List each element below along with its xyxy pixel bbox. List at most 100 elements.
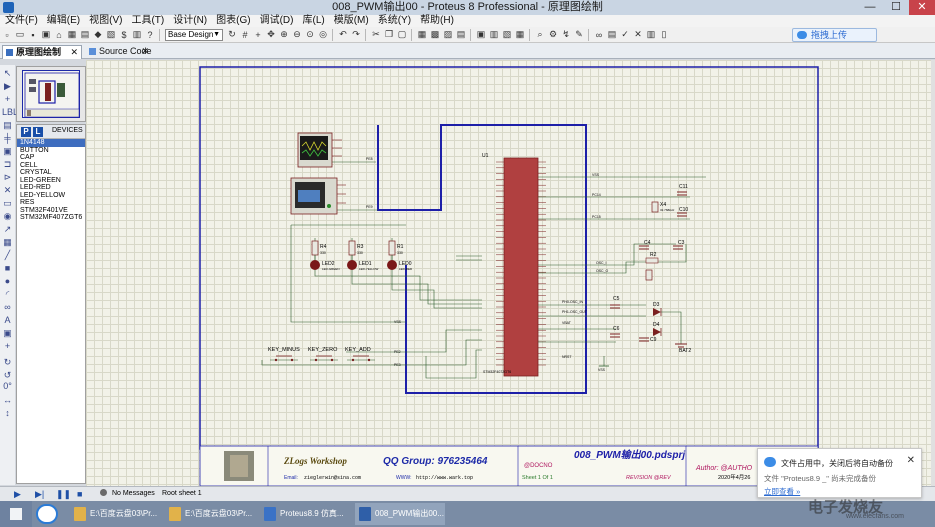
text-script-icon[interactable]: ▤: [2, 120, 13, 130]
subcircuit-icon[interactable]: ▣: [2, 146, 13, 156]
help-icon[interactable]: ?: [144, 29, 156, 41]
wire-label-icon[interactable]: LBL: [2, 107, 18, 117]
rotate-anticlockwise-icon[interactable]: ↺: [2, 370, 13, 380]
decompose-icon[interactable]: ▦: [514, 29, 526, 41]
device-list-item[interactable]: STM32MF407ZGT6: [17, 214, 85, 222]
device-list-item[interactable]: CRYSTAL: [17, 169, 85, 177]
buses-icon[interactable]: ╪: [2, 133, 13, 143]
path-icon[interactable]: ∞: [2, 302, 13, 312]
save-icon[interactable]: ▪: [27, 29, 39, 41]
wire-autoroute-icon[interactable]: ↯: [560, 29, 572, 41]
rotation-angle[interactable]: 0°: [2, 381, 13, 391]
taskbar-app-explorer-1[interactable]: E:\百度云盘03\Pr...: [70, 503, 160, 525]
schematic-canvas[interactable]: U1 STM32F407ZGT6 R4 330 LED2 LED-GREEN R3 330…: [86, 60, 931, 486]
copy-icon[interactable]: ❐: [383, 29, 395, 41]
box-icon[interactable]: ■: [2, 263, 13, 273]
device-list-item[interactable]: LED-RED: [17, 184, 85, 192]
menu-design[interactable]: 设计(N): [168, 15, 211, 27]
close-icon[interactable]: ✕: [141, 45, 149, 58]
device-list-item[interactable]: STM32F401VE: [17, 207, 85, 215]
search-part-icon[interactable]: ⌕: [534, 29, 546, 41]
voltage-probe-icon[interactable]: ↗: [2, 224, 13, 234]
block-rotate-icon[interactable]: ▨: [442, 29, 454, 41]
packaging-icon[interactable]: ▧: [501, 29, 513, 41]
rotate-clockwise-icon[interactable]: ↻: [2, 357, 13, 367]
virtual-instruments-icon[interactable]: ▦: [2, 237, 13, 247]
paste-icon[interactable]: ▢: [396, 29, 408, 41]
overview-window[interactable]: [16, 66, 86, 122]
menu-help[interactable]: 帮助(H): [415, 15, 458, 27]
device-list-item[interactable]: LED-GREEN: [17, 177, 85, 185]
mirror-horizontal-icon[interactable]: ↔: [2, 395, 13, 405]
generator-icon[interactable]: ◉: [2, 211, 13, 221]
message-indicator[interactable]: No Messages: [100, 487, 155, 501]
tab-source-code[interactable]: Source Code ✕: [86, 45, 152, 59]
terminals-icon[interactable]: ⊐: [2, 159, 13, 169]
step-icon[interactable]: ▶|: [35, 490, 44, 499]
taskbar-app-document[interactable]: Proteus8.9 仿真...: [260, 503, 350, 525]
property-icon[interactable]: ⚙: [547, 29, 559, 41]
line-icon[interactable]: ╱: [2, 250, 13, 260]
menu-template[interactable]: 模版(M): [329, 15, 373, 27]
close-project-icon[interactable]: ▣: [40, 29, 52, 41]
gerber-icon[interactable]: ▧: [105, 29, 117, 41]
taskbar-app-proteus[interactable]: 008_PWM输出00...: [355, 503, 445, 525]
pcb-icon[interactable]: ▤: [79, 29, 91, 41]
menu-tools[interactable]: 工具(T): [126, 15, 168, 27]
menu-system[interactable]: 系统(Y): [373, 15, 415, 27]
device-list-item[interactable]: CAP: [17, 154, 85, 162]
redo-icon[interactable]: ↷: [350, 29, 362, 41]
canvas-vertical-scrollbar[interactable]: [931, 60, 935, 486]
component-mode-icon[interactable]: ▶: [2, 81, 13, 91]
binoculars-icon[interactable]: ∞: [593, 29, 605, 41]
new-file-icon[interactable]: ▫: [1, 29, 13, 41]
source-icon[interactable]: ▥: [131, 29, 143, 41]
device-list-item[interactable]: BUTTON: [17, 147, 85, 155]
pick-devices-button[interactable]: P: [21, 127, 31, 137]
device-list-item[interactable]: 1N4148: [17, 139, 85, 147]
play-icon[interactable]: ▶: [14, 490, 23, 499]
start-button[interactable]: [0, 501, 32, 527]
grid-icon[interactable]: #: [239, 29, 251, 41]
arc-icon[interactable]: ◜: [2, 289, 13, 299]
undo-icon[interactable]: ↶: [337, 29, 349, 41]
menu-library[interactable]: 库(L): [297, 15, 328, 27]
maximize-button[interactable]: ☐: [883, 0, 909, 15]
zoom-all-icon[interactable]: ⊙: [304, 29, 316, 41]
design-variant-select[interactable]: Base Design ▼: [165, 28, 223, 41]
zoom-area-icon[interactable]: ◎: [317, 29, 329, 41]
3d-icon[interactable]: ◆: [92, 29, 104, 41]
menu-debug[interactable]: 调试(D): [255, 15, 298, 27]
device-list-item[interactable]: RES: [17, 199, 85, 207]
pause-icon[interactable]: ❚❚: [56, 490, 71, 499]
doc-icon[interactable]: ▯: [658, 29, 670, 41]
close-icon[interactable]: ✕: [907, 455, 915, 466]
block-move-icon[interactable]: ▩: [429, 29, 441, 41]
schematic-icon[interactable]: ▦: [66, 29, 78, 41]
close-icon[interactable]: ✕: [70, 46, 78, 59]
selection-mode-icon[interactable]: ↖: [2, 68, 13, 78]
zoom-in-icon[interactable]: ⊕: [278, 29, 290, 41]
stop-icon[interactable]: ■: [77, 490, 86, 499]
circle-icon[interactable]: ●: [2, 276, 13, 286]
menu-graph[interactable]: 图表(G): [211, 15, 254, 27]
close-button[interactable]: ✕: [909, 0, 935, 15]
library-manager-button[interactable]: L: [33, 127, 43, 137]
bom-icon[interactable]: $: [118, 29, 130, 41]
export-icon[interactable]: ▥: [645, 29, 657, 41]
taskbar-app-explorer-2[interactable]: E:\百度云盘03\Pr...: [165, 503, 255, 525]
menu-view[interactable]: 视图(V): [84, 15, 126, 27]
view-now-link[interactable]: 立即查看 »: [764, 486, 800, 497]
home-icon[interactable]: ⌂: [53, 29, 65, 41]
origin-icon[interactable]: +: [252, 29, 264, 41]
marker-icon[interactable]: +: [2, 341, 13, 351]
block-copy-icon[interactable]: ▦: [416, 29, 428, 41]
tape-recorder-icon[interactable]: ▭: [2, 198, 13, 208]
device-pins-icon[interactable]: ⊳: [2, 172, 13, 182]
electrical-check-icon[interactable]: ✓: [619, 29, 631, 41]
zoom-out-icon[interactable]: ⊖: [291, 29, 303, 41]
cloud-upload-button[interactable]: 拖拽上传: [792, 28, 877, 42]
refresh-icon[interactable]: ↻: [226, 29, 238, 41]
search-icon[interactable]: [36, 504, 58, 524]
text-icon[interactable]: A: [2, 315, 13, 325]
